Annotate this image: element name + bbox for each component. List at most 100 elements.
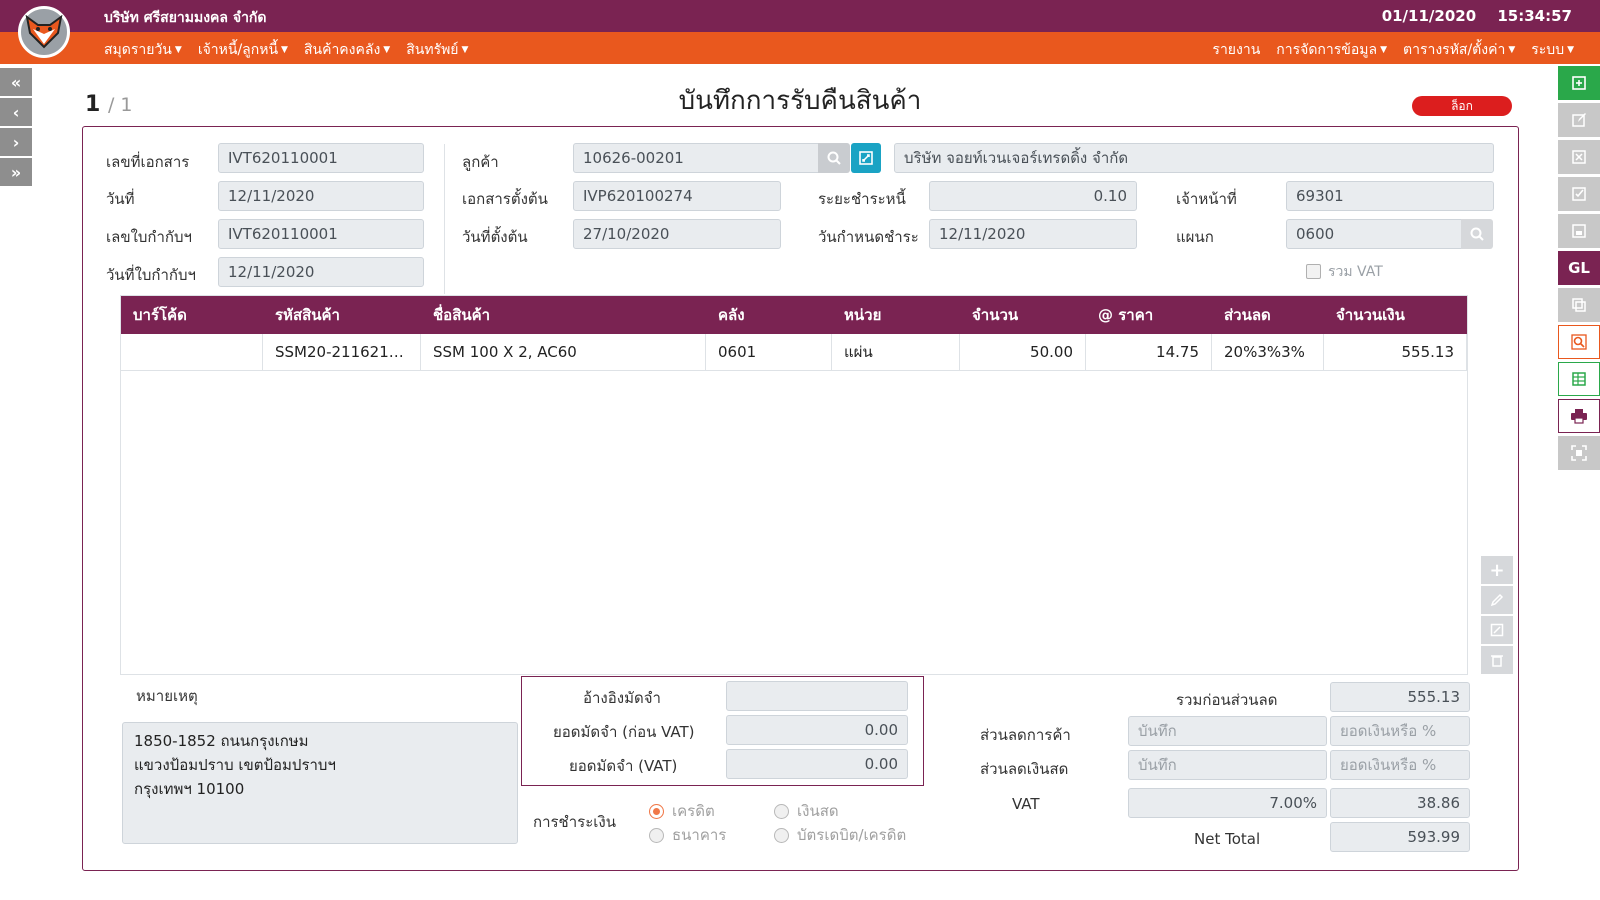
menu-ap-ar[interactable]: เจ้าหนี้/ลูกหนี้ ▼ [198,39,288,61]
credit-term-label: ระยะชำระหนี้ [818,190,906,208]
cell-product-code[interactable]: SSM20-2116210... [263,334,421,370]
cancel-document-icon[interactable] [1558,140,1600,174]
qr-scan-icon[interactable] [1558,436,1600,470]
menu-inventory[interactable]: สินค้าคงคลัง ▼ [304,39,390,61]
current-time: 15:34:57 [1497,7,1572,25]
due-date-label: วันกำหนดชำระ [818,228,919,246]
trade-discount-input[interactable]: บันทึก [1128,716,1327,746]
col-price[interactable]: @ ราคา [1086,296,1212,334]
menu-report[interactable]: รายงาน [1212,39,1260,61]
tax-invoice-field[interactable]: IVT620110001 [218,219,424,249]
credit-term-field[interactable]: 0.10 [929,181,1137,211]
col-unit[interactable]: หน่วย [832,296,960,334]
expand-icon [859,151,873,165]
customer-code-field[interactable]: 10626-00201 [573,143,819,173]
trade-discount-label: ส่วนลดการค้า [980,726,1071,744]
cell-product-name[interactable]: SSM 100 X 2, AC60 [421,334,706,370]
tax-invoice-date-label: วันที่ใบกำกับฯ [106,266,196,284]
remark-line: แขวงป้อมปราบ เขตป้อมปราบฯ [134,756,336,774]
table-header: บาร์โค้ด รหัสสินค้า ชื่อสินค้า คลัง หน่ว… [121,296,1467,334]
cell-discount[interactable]: 20%3%3% [1212,334,1324,370]
remark-textarea[interactable]: 1850-1852 ถนนกรุงเกษม แขวงป้อมปราบ เขตป้… [122,722,518,844]
cell-warehouse[interactable]: 0601 [706,334,832,370]
vat-include-checkbox[interactable] [1306,264,1321,279]
vat-rate-field[interactable]: 7.00% [1128,788,1327,818]
table-row[interactable]: SSM20-2116210... SSM 100 X 2, AC60 0601 … [121,334,1467,371]
payment-card-radio[interactable]: บัตรเดบิต/เครดิต [774,823,906,847]
menu-settings[interactable]: ตารางรหัส/ตั้งค่า ▼ [1403,39,1515,61]
payment-cash-radio[interactable]: เงินสด [774,799,839,823]
right-toolbar: GL [1558,66,1600,473]
col-product-code[interactable]: รหัสสินค้า [263,296,421,334]
payment-credit-radio[interactable]: เครดิต [649,799,715,823]
items-table: บาร์โค้ด รหัสสินค้า ชื่อสินค้า คลัง หน่ว… [120,295,1468,675]
col-warehouse[interactable]: คลัง [706,296,832,334]
search-document-icon[interactable] [1558,325,1600,359]
status-badge: ล็อก [1412,96,1512,116]
edit-row-icon[interactable] [1481,586,1513,614]
department-field[interactable]: 0600 [1286,219,1462,249]
col-discount[interactable]: ส่วนลด [1212,296,1324,334]
remark-line: 1850-1852 ถนนกรุงเกษม [134,732,309,750]
company-name: บริษัท ศรีสยามมงคล จำกัด [104,10,267,26]
deposit-ref-label: อ้างอิงมัดจำ [583,689,661,707]
menu-data-management[interactable]: การจัดการข้อมูล ▼ [1276,39,1387,61]
cash-discount-label: ส่วนลดเงินสด [980,760,1069,778]
spreadsheet-icon[interactable] [1558,362,1600,396]
customer-search-button[interactable] [818,143,850,173]
expand-row-icon[interactable] [1481,616,1513,644]
approve-document-icon[interactable] [1558,177,1600,211]
col-product-name[interactable]: ชื่อสินค้า [421,296,706,334]
new-document-icon[interactable] [1558,66,1600,100]
cell-unit[interactable]: แผ่น [832,334,960,370]
trade-discount-amount-input[interactable]: ยอดเงินหรือ % [1330,716,1470,746]
menu-system[interactable]: ระบบ ▼ [1531,39,1574,61]
next-record-icon[interactable]: › [0,128,32,156]
copy-document-icon[interactable] [1558,288,1600,322]
edit-document-icon[interactable] [1558,103,1600,137]
cell-quantity[interactable]: 50.00 [960,334,1086,370]
cash-discount-input[interactable]: บันทึก [1128,750,1327,780]
cell-price[interactable]: 14.75 [1086,334,1212,370]
print-icon[interactable] [1558,399,1600,433]
before-discount-field[interactable]: 555.13 [1330,682,1470,712]
menu-journal[interactable]: สมุดรายวัน ▼ [104,39,182,61]
menu-assets[interactable]: สินทรัพย์ ▼ [406,39,468,61]
vat-amount-field[interactable]: 38.86 [1330,788,1470,818]
cash-discount-amount-input[interactable]: ยอดเงินหรือ % [1330,750,1470,780]
deposit-vat-label: ยอดมัดจำ (VAT) [569,757,678,775]
datetime: 01/11/2020 15:34:57 [1366,7,1572,25]
tax-invoice-date-field[interactable]: 12/11/2020 [218,257,424,287]
ref-date-field[interactable]: 27/10/2020 [573,219,781,249]
fox-logo-icon[interactable] [18,6,70,58]
net-total-label: Net Total [1194,830,1261,848]
due-date-field[interactable]: 12/11/2020 [929,219,1137,249]
col-barcode[interactable]: บาร์โค้ด [121,296,263,334]
gl-button[interactable]: GL [1558,251,1600,285]
deposit-pre-vat-field[interactable]: 0.00 [726,715,908,745]
customer-label: ลูกค้า [462,153,499,171]
department-label: แผนก [1176,228,1214,246]
cell-barcode[interactable] [121,334,263,370]
doc-no-label: เลขที่เอกสาร [106,153,190,171]
customer-name-field[interactable]: บริษัท จอยท์เวนเจอร์เทรดดิ้ง จำกัด [894,143,1494,173]
col-amount[interactable]: จำนวนเงิน [1324,296,1467,334]
deposit-vat-field[interactable]: 0.00 [726,749,908,779]
cell-amount[interactable]: 555.13 [1324,334,1467,370]
customer-expand-button[interactable] [851,143,881,173]
last-record-icon[interactable]: » [0,158,32,186]
payment-bank-radio[interactable]: ธนาคาร [649,823,726,847]
date-field[interactable]: 12/11/2020 [218,181,424,211]
deposit-ref-field[interactable] [726,681,908,711]
payment-label: การชำระเงิน [533,813,616,831]
net-total-field[interactable]: 593.99 [1330,822,1470,852]
delete-row-icon[interactable] [1481,646,1513,674]
department-search-button[interactable] [1461,219,1493,249]
ref-doc-field[interactable]: IVP620100274 [573,181,781,211]
col-quantity[interactable]: จำนวน [960,296,1086,334]
officer-field[interactable]: 69301 [1286,181,1494,211]
remark-label: หมายเหตุ [136,687,198,705]
doc-no-field[interactable]: IVT620110001 [218,143,424,173]
add-row-icon[interactable]: + [1481,556,1513,584]
save-document-icon[interactable] [1558,214,1600,248]
